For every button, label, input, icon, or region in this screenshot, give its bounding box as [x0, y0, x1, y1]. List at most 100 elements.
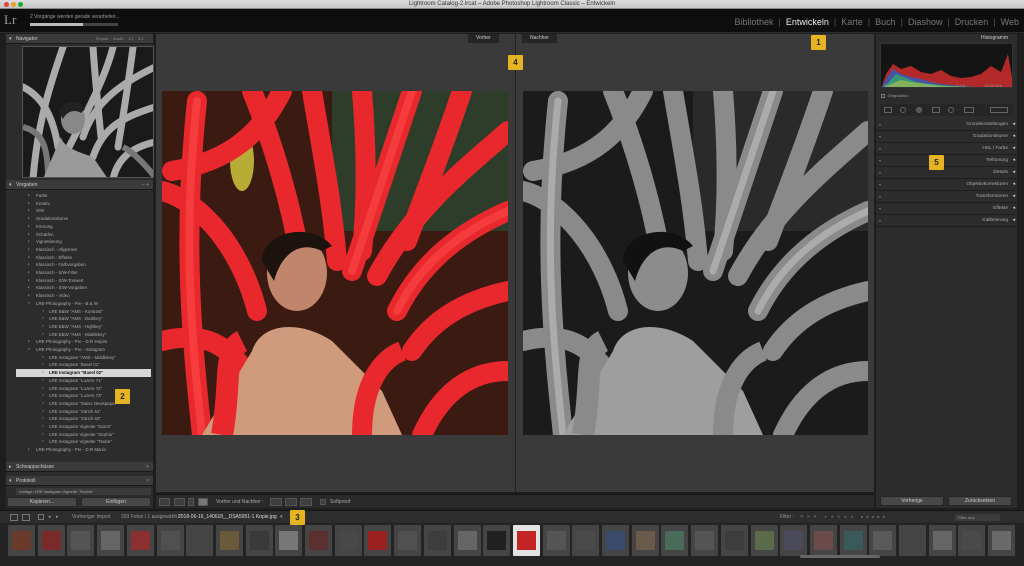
- filmstrip-thumbnail[interactable]: [869, 525, 897, 556]
- navigator-header[interactable]: Navigator Einpas. Ausfü. 1:1 3:1: [6, 34, 153, 44]
- preset-item[interactable]: LRE B&W "AMS - Middlekey": [16, 331, 151, 339]
- preset-folder[interactable]: LRE-Photography - Pre - B & W: [16, 300, 151, 308]
- preset-folder[interactable]: S/W: [16, 207, 151, 215]
- preset-folder[interactable]: Farbe: [16, 192, 151, 200]
- filmstrip-thumbnail[interactable]: [839, 525, 867, 556]
- preset-item[interactable]: LRE Instagram "Basel 01": [16, 361, 151, 369]
- preset-folder[interactable]: LRE-Photography - Pre - D.R Manic: [16, 446, 151, 454]
- prev-arrow-icon[interactable]: ◂: [48, 514, 51, 520]
- preset-item[interactable]: LRE B&W "AMS - Darkkey": [16, 315, 151, 323]
- panel-section[interactable]: Kalibrierung: [876, 215, 1017, 227]
- panel-section[interactable]: Grundeinstellungen: [876, 119, 1017, 131]
- preset-folder[interactable]: Klassisch - Allgemein: [16, 246, 151, 254]
- preset-folder[interactable]: Gradationskurve: [16, 215, 151, 223]
- panel-section[interactable]: Objektivkorrekturen: [876, 179, 1017, 191]
- filmstrip-thumbnail[interactable]: [453, 525, 481, 556]
- history-clear[interactable]: ×: [146, 476, 149, 486]
- filmstrip-thumbnail[interactable]: [631, 525, 659, 556]
- preset-item[interactable]: LRE Instagram "Luzern 71": [16, 377, 151, 385]
- panel-section[interactable]: Effekte: [876, 203, 1017, 215]
- chevron-down-icon[interactable]: ▾: [280, 514, 283, 520]
- preset-item[interactable]: LRE B&W "AMS - Highkey": [16, 323, 151, 331]
- filmstrip-thumbnail[interactable]: [423, 525, 451, 556]
- preset-folder[interactable]: Klassisch - S/W-Filter: [16, 269, 151, 277]
- filmstrip-thumbnail[interactable]: [602, 525, 629, 556]
- filmstrip-thumbnail[interactable]: [394, 525, 422, 556]
- filmstrip-thumbnail[interactable]: [750, 525, 778, 556]
- module-entwickeln[interactable]: Entwickeln: [781, 13, 834, 31]
- preset-item[interactable]: LRE Instagram "Swiss Newspaper": [16, 400, 151, 408]
- preset-folder[interactable]: Klassisch - Effekte: [16, 254, 151, 262]
- module-buch[interactable]: Buch: [870, 13, 901, 31]
- filmstrip-thumbnail[interactable]: [126, 525, 154, 556]
- paste-settings-button[interactable]: Einfügen: [81, 497, 151, 507]
- filmstrip-thumbnail[interactable]: [275, 525, 303, 556]
- preset-folder[interactable]: Klassisch - Farbvorgaben: [16, 261, 151, 269]
- filmstrip-thumbnail[interactable]: [8, 525, 35, 556]
- preset-folder[interactable]: Vignettierung: [16, 238, 151, 246]
- adjustment-brush-icon[interactable]: [964, 107, 974, 113]
- loupe-view-button[interactable]: [159, 498, 170, 506]
- histogram-header[interactable]: Histogramm: [876, 34, 1017, 43]
- preset-item[interactable]: LRE Instagram "AMS - Middlekey": [16, 354, 151, 362]
- zoom-1-1[interactable]: 1:1: [128, 34, 134, 44]
- filmstrip-thumbnail[interactable]: [691, 525, 719, 556]
- maximize-window-button[interactable]: [18, 2, 23, 7]
- filmstrip-thumbnail[interactable]: [334, 525, 362, 556]
- preset-folder[interactable]: Klassisch - S/W-Vorgaben: [16, 284, 151, 292]
- panel-section[interactable]: Teiltonung: [876, 155, 1017, 167]
- copy-before-to-after-button[interactable]: [270, 498, 282, 506]
- before-photo[interactable]: [162, 91, 508, 435]
- presets-add-remove[interactable]: – +: [142, 180, 149, 190]
- swap-before-after-button[interactable]: [300, 498, 312, 506]
- spot-removal-icon[interactable]: [900, 107, 906, 113]
- filmstrip-thumbnail[interactable]: [186, 525, 214, 556]
- module-drucken[interactable]: Drucken: [950, 13, 994, 31]
- filmstrip-thumbnail[interactable]: [37, 525, 65, 556]
- next-arrow-icon[interactable]: ▸: [56, 514, 59, 520]
- preset-folder[interactable]: Schärfen: [16, 231, 151, 239]
- compare-dropdown[interactable]: [188, 498, 194, 506]
- red-eye-icon[interactable]: [916, 107, 922, 113]
- history-header[interactable]: Protokoll ×: [6, 476, 153, 486]
- preset-folder[interactable]: Körnung: [16, 223, 151, 231]
- history-entry[interactable]: Vorlage: LRE Instagram Vignette "Sephia": [16, 488, 151, 495]
- preset-folder[interactable]: Klassisch - S/W-Tonwert: [16, 277, 151, 285]
- filmstrip-thumbnail[interactable]: [156, 525, 184, 556]
- zoom-fit[interactable]: Einpas.: [96, 34, 109, 44]
- crop-tool-icon[interactable]: [884, 107, 892, 113]
- preset-item[interactable]: LRE Instagram Vignette "Dunst": [16, 423, 151, 431]
- softproof-checkbox[interactable]: [320, 499, 326, 505]
- filmstrip-thumbnail[interactable]: [988, 525, 1016, 556]
- after-photo[interactable]: [523, 91, 868, 435]
- preset-item[interactable]: LRE Instagram Vignette "Sephia": [16, 431, 151, 439]
- original-photo-checkbox[interactable]: [881, 94, 885, 98]
- filmstrip-thumbnail[interactable]: [899, 525, 926, 556]
- previous-button[interactable]: Vorherige: [880, 496, 944, 506]
- preset-item[interactable]: LRE Instagram "Zürich 61": [16, 408, 151, 416]
- filmstrip-thumbnail[interactable]: [542, 525, 570, 556]
- filmstrip-thumbnail[interactable]: [780, 525, 808, 556]
- navigator-preview[interactable]: [22, 46, 154, 178]
- panel-section[interactable]: Transformieren: [876, 191, 1017, 203]
- radial-filter-icon[interactable]: [948, 107, 954, 113]
- filmstrip-thumbnail[interactable]: [572, 525, 600, 556]
- panel-section[interactable]: Gradationskurve: [876, 131, 1017, 143]
- filmstrip-thumbnail[interactable]: [512, 525, 540, 556]
- filmstrip-source[interactable]: Vorheriger Import: [72, 514, 111, 520]
- copy-after-to-before-button[interactable]: [285, 498, 297, 506]
- second-window-icon[interactable]: [22, 514, 30, 521]
- preset-item[interactable]: LRE Instagram Vignette "Taube": [16, 438, 151, 446]
- filmstrip-thumbnail[interactable]: [661, 525, 689, 556]
- preset-folder[interactable]: Kreativ: [16, 200, 151, 208]
- filmstrip-thumbnail[interactable]: [483, 525, 511, 556]
- filmstrip-thumbnail[interactable]: [364, 525, 392, 556]
- preset-item[interactable]: LRE Instagram "Zürich 63": [16, 415, 151, 423]
- filter-flags-stars[interactable]: ⚑⚑⚑ ★★★★★ ■■■■■: [800, 514, 950, 521]
- tool-slider[interactable]: [990, 107, 1008, 113]
- filmstrip-thumbnail[interactable]: [958, 525, 986, 556]
- histogram[interactable]: [880, 43, 1013, 88]
- filmstrip-thumbnail[interactable]: [305, 525, 332, 556]
- copy-settings-button[interactable]: Kopieren...: [7, 497, 77, 507]
- close-window-button[interactable]: [4, 2, 9, 7]
